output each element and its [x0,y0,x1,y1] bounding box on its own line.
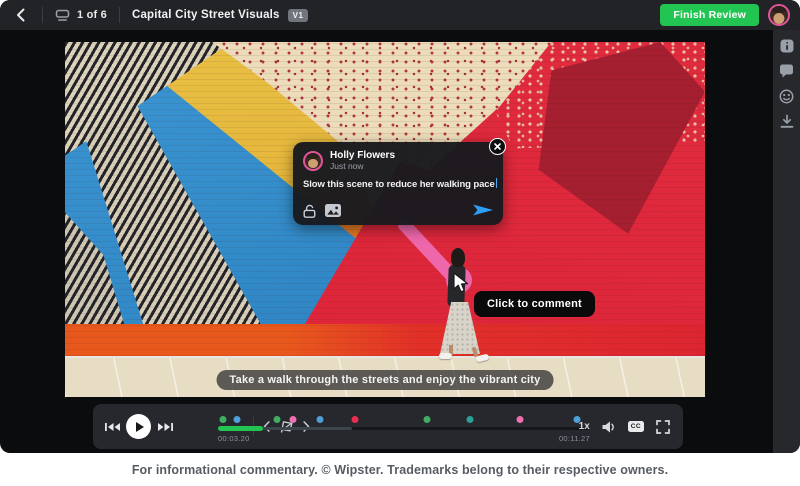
top-bar: 1 of 6 Capital City Street Visuals V1 Fi… [0,0,800,30]
attach-image-icon[interactable] [325,203,341,217]
click-to-comment-tooltip: Click to comment [474,291,595,317]
timeline-marker[interactable] [273,416,281,423]
commenter-name: Holly Flowers [330,150,396,161]
timeline-marker[interactable] [466,416,474,423]
version-stack-selector[interactable]: 1 of 6 [55,9,107,22]
current-time: 00:03.20 [218,434,250,443]
timeline-marker[interactable] [516,416,524,423]
right-sidebar [773,30,800,453]
comment-input[interactable]: Slow this scene to reduce her walking pa… [303,178,498,190]
comment-timestamp: Just now [330,161,364,171]
send-comment-button[interactable] [473,202,493,218]
divider [42,7,43,23]
subtitle-caption: Take a walk through the streets and enjo… [216,370,554,390]
timeline-scrubber[interactable]: 00:03.20 00:11.27 [218,404,590,449]
disclaimer-text: For informational commentary. © Wipster.… [131,462,669,477]
divider [118,7,120,23]
play-icon [135,421,144,432]
timeline-marker[interactable] [233,416,241,423]
download-icon[interactable] [779,113,795,129]
timeline-marker[interactable] [423,416,431,423]
play-button[interactable] [126,414,151,439]
fullscreen-button[interactable] [655,419,671,435]
rewind-button[interactable] [103,418,121,436]
timeline-marker[interactable] [316,416,324,423]
playbar: 00:03.20 00:11.27 1x CC [93,404,683,449]
volume-icon[interactable] [601,419,617,435]
fast-forward-button[interactable] [156,418,174,436]
file-counter: 1 of 6 [77,9,107,21]
user-avatar[interactable] [768,4,790,26]
video-title: Capital City Street Visuals [131,9,280,21]
playback-speed-button[interactable]: 1x [579,421,590,432]
chevron-left-icon [16,8,25,22]
timeline-marker[interactable] [219,416,227,423]
lock-open-icon[interactable] [303,203,316,218]
send-icon [473,202,493,218]
info-icon[interactable] [779,38,795,54]
comments-icon[interactable] [779,63,795,79]
video-frame[interactable]: Take a walk through the streets and enjo… [65,42,705,397]
close-icon [494,143,501,150]
close-comment-button[interactable] [489,138,506,155]
footer: For informational commentary. © Wipster.… [0,453,800,486]
comment-card: Holly Flowers Just now Slow this scene t… [293,142,503,225]
timeline-marker[interactable] [289,416,297,423]
mouse-cursor [451,272,473,294]
closed-captions-button[interactable]: CC [627,421,644,432]
layers-icon [55,9,70,22]
timeline-marker[interactable] [351,416,359,423]
finish-review-button[interactable]: Finish Review [660,4,759,26]
timeline-markers [218,416,590,423]
reactions-icon[interactable] [779,88,795,104]
progress-played [218,426,263,431]
text-caret [495,178,498,188]
app-window: 1 of 6 Capital City Street Visuals V1 Fi… [0,0,800,453]
commenter-avatar [303,150,323,171]
back-button[interactable] [10,5,30,25]
version-badge: V1 [287,8,309,22]
